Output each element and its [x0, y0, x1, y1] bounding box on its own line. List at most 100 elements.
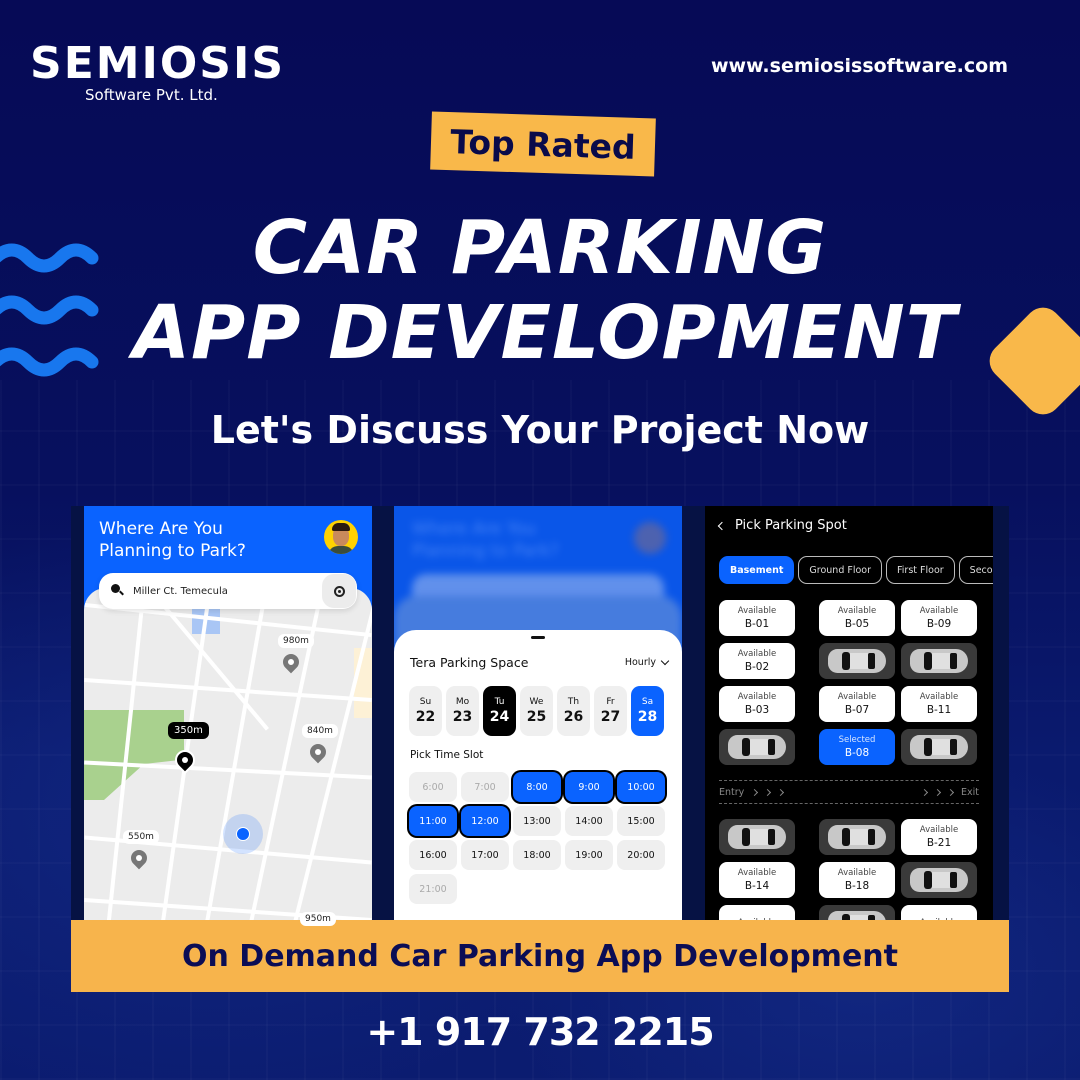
spot-id: B-08: [844, 747, 870, 759]
rate-dropdown[interactable]: Hourly: [625, 656, 670, 668]
occupied-spot: [901, 862, 977, 898]
spot-id: B-03: [744, 704, 770, 716]
search-icon: [111, 584, 125, 598]
parking-spot[interactable]: Selected B-08: [819, 729, 895, 765]
company-logo[interactable]: SEMIOSIS Software Pvt. Ltd.: [30, 38, 320, 105]
locate-me-button[interactable]: [322, 574, 356, 608]
time-slot-heading: Pick Time Slot: [410, 749, 484, 761]
arrow-right-icon: [764, 788, 772, 796]
spot-id: B-14: [744, 880, 770, 892]
date-option[interactable]: Fr 27: [594, 686, 627, 736]
spot-status: Available: [837, 606, 877, 616]
drag-handle[interactable]: [531, 636, 545, 639]
top-rated-badge: Top Rated: [430, 111, 656, 177]
date-option[interactable]: Sa 28: [631, 686, 664, 736]
entry-label: Entry: [719, 786, 745, 798]
date-option[interactable]: Th 26: [557, 686, 590, 736]
distance-label: 840m: [302, 724, 338, 738]
spot-screen-title: Pick Parking Spot: [735, 518, 847, 533]
floor-tab[interactable]: First Floor: [886, 556, 955, 584]
time-slot[interactable]: 19:00: [565, 840, 613, 870]
arrow-right-icon: [933, 788, 942, 796]
arrow-right-icon: [777, 788, 785, 796]
time-slot-grid: 6:00 7:00 8:00 9:00 10:00 11:00 12:00 13:00 14:0…: [409, 772, 669, 904]
day-name: Fr: [606, 697, 615, 707]
distance-label-active: 350m: [168, 722, 209, 739]
map-view[interactable]: 980m 350m 840m 550m 950m: [84, 588, 372, 926]
occupied-spot: [819, 819, 895, 855]
chevron-down-icon: [660, 656, 670, 665]
spot-id: B-07: [844, 704, 870, 716]
exit-label: Exit: [961, 786, 979, 798]
parking-pin-icon[interactable]: [127, 846, 151, 870]
time-slot[interactable]: 17:00: [461, 840, 509, 870]
logo-wordmark: SEMIOSIS: [30, 38, 286, 89]
spot-id: B-02: [744, 661, 770, 673]
occupied-spot: [719, 729, 795, 765]
subheadline: Let's Discuss Your Project Now: [210, 408, 870, 452]
date-option[interactable]: We 25: [520, 686, 553, 736]
car-icon: [910, 735, 968, 759]
cta-banner: On Demand Car Parking App Development: [71, 920, 1009, 992]
day-date: 26: [563, 709, 584, 725]
date-option[interactable]: Tu 24: [483, 686, 516, 736]
search-value: Miller Ct. Temecula: [133, 585, 228, 597]
spot-status: Available: [919, 825, 959, 835]
spot-status: Available: [919, 606, 959, 616]
back-icon[interactable]: [717, 521, 727, 530]
time-slot[interactable]: 12:00: [461, 806, 509, 836]
day-date: 25: [526, 709, 547, 725]
parking-spot[interactable]: Available B-18: [819, 862, 895, 898]
time-slot[interactable]: 16:00: [409, 840, 457, 870]
date-option[interactable]: Mo 23: [446, 686, 479, 736]
parking-spot[interactable]: Available B-14: [719, 862, 795, 898]
website-link[interactable]: www.semiosissoftware.com: [711, 55, 1008, 77]
time-slot[interactable]: 20:00: [617, 840, 665, 870]
distance-label: 950m: [300, 912, 336, 926]
day-date: 28: [637, 709, 658, 725]
date-option[interactable]: Su 22: [409, 686, 442, 736]
spot-status: Available: [919, 692, 959, 702]
parking-spot[interactable]: Available B-02: [719, 643, 795, 679]
time-slot[interactable]: 10:00: [617, 772, 665, 802]
day-date: 27: [600, 709, 621, 725]
spot-picker-screen: Pick Parking Spot Basement Ground Floor Fi…: [705, 506, 993, 926]
day-name: Th: [567, 697, 580, 707]
time-slot[interactable]: 9:00: [565, 772, 613, 802]
parking-spot[interactable]: Available B-01: [719, 600, 795, 636]
floor-tabs: BasementGround FloorFirst FloorSecon: [719, 556, 993, 584]
time-slot[interactable]: 8:00: [513, 772, 561, 802]
parking-spot[interactable]: Available B-03: [719, 686, 795, 722]
parking-spot[interactable]: Available B-07: [819, 686, 895, 722]
parking-spot[interactable]: Available B-11: [901, 686, 977, 722]
car-icon: [828, 825, 886, 849]
time-slot: 6:00: [409, 772, 457, 802]
phone-number[interactable]: +1 917 732 2215: [0, 1010, 1080, 1054]
time-slot[interactable]: 13:00: [513, 806, 561, 836]
time-slot: 7:00: [461, 772, 509, 802]
floor-tab[interactable]: Secon: [958, 556, 993, 584]
floor-tab[interactable]: Ground Floor: [798, 556, 883, 584]
avatar[interactable]: [324, 520, 358, 554]
time-slot[interactable]: 11:00: [409, 806, 457, 836]
booking-sheet: Tera Parking Space Hourly Su 22 Mo 23 Tu 24 We…: [394, 630, 682, 926]
time-slot[interactable]: 15:00: [617, 806, 665, 836]
distance-label: 550m: [123, 830, 159, 844]
location-search-input[interactable]: Miller Ct. Temecula: [99, 573, 357, 609]
car-icon: [828, 649, 886, 673]
parking-spot[interactable]: Available B-09: [901, 600, 977, 636]
headline-line-2: APP DEVELOPMENT: [132, 290, 958, 376]
parking-spot[interactable]: Available B-21: [901, 819, 977, 855]
floor-tab[interactable]: Basement: [719, 556, 795, 584]
parking-pin-icon[interactable]: [306, 740, 330, 764]
occupied-spot: [719, 819, 795, 855]
spot-id: B-21: [926, 837, 952, 849]
day-date: 22: [415, 709, 436, 725]
time-slot[interactable]: 18:00: [513, 840, 561, 870]
parking-spot[interactable]: Available B-05: [819, 600, 895, 636]
car-icon: [728, 825, 786, 849]
time-slot[interactable]: 14:00: [565, 806, 613, 836]
day-name: Tu: [494, 697, 505, 707]
parking-pin-icon[interactable]: [279, 650, 303, 674]
day-date: 24: [489, 709, 510, 725]
